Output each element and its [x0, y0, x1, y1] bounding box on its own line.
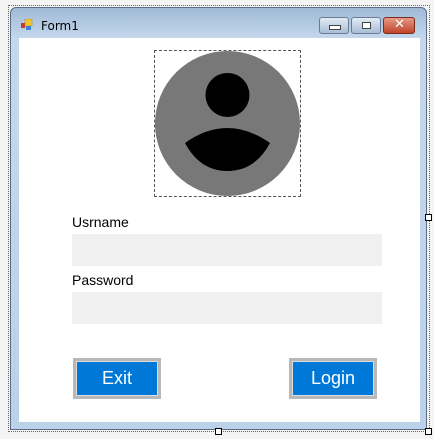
- user-avatar-icon: [155, 51, 300, 196]
- username-input[interactable]: [72, 234, 382, 266]
- username-label: Usrname: [72, 214, 129, 230]
- resize-handle-right[interactable]: [425, 214, 432, 221]
- exit-button[interactable]: Exit: [73, 358, 161, 399]
- resize-handle-corner[interactable]: [425, 428, 432, 435]
- avatar-picturebox: [154, 50, 301, 197]
- password-input[interactable]: [72, 292, 382, 324]
- close-button[interactable]: ✕: [383, 17, 415, 34]
- close-icon: ✕: [394, 17, 405, 32]
- window-title: Form1: [41, 19, 79, 33]
- app-icon: [21, 19, 33, 30]
- minimize-icon: [329, 25, 341, 30]
- password-label: Password: [72, 272, 134, 288]
- maximize-icon: [362, 22, 371, 29]
- minimize-button[interactable]: [319, 17, 349, 34]
- resize-handle-bottom[interactable]: [215, 428, 222, 435]
- maximize-button[interactable]: [351, 17, 381, 34]
- login-button[interactable]: Login: [289, 358, 377, 399]
